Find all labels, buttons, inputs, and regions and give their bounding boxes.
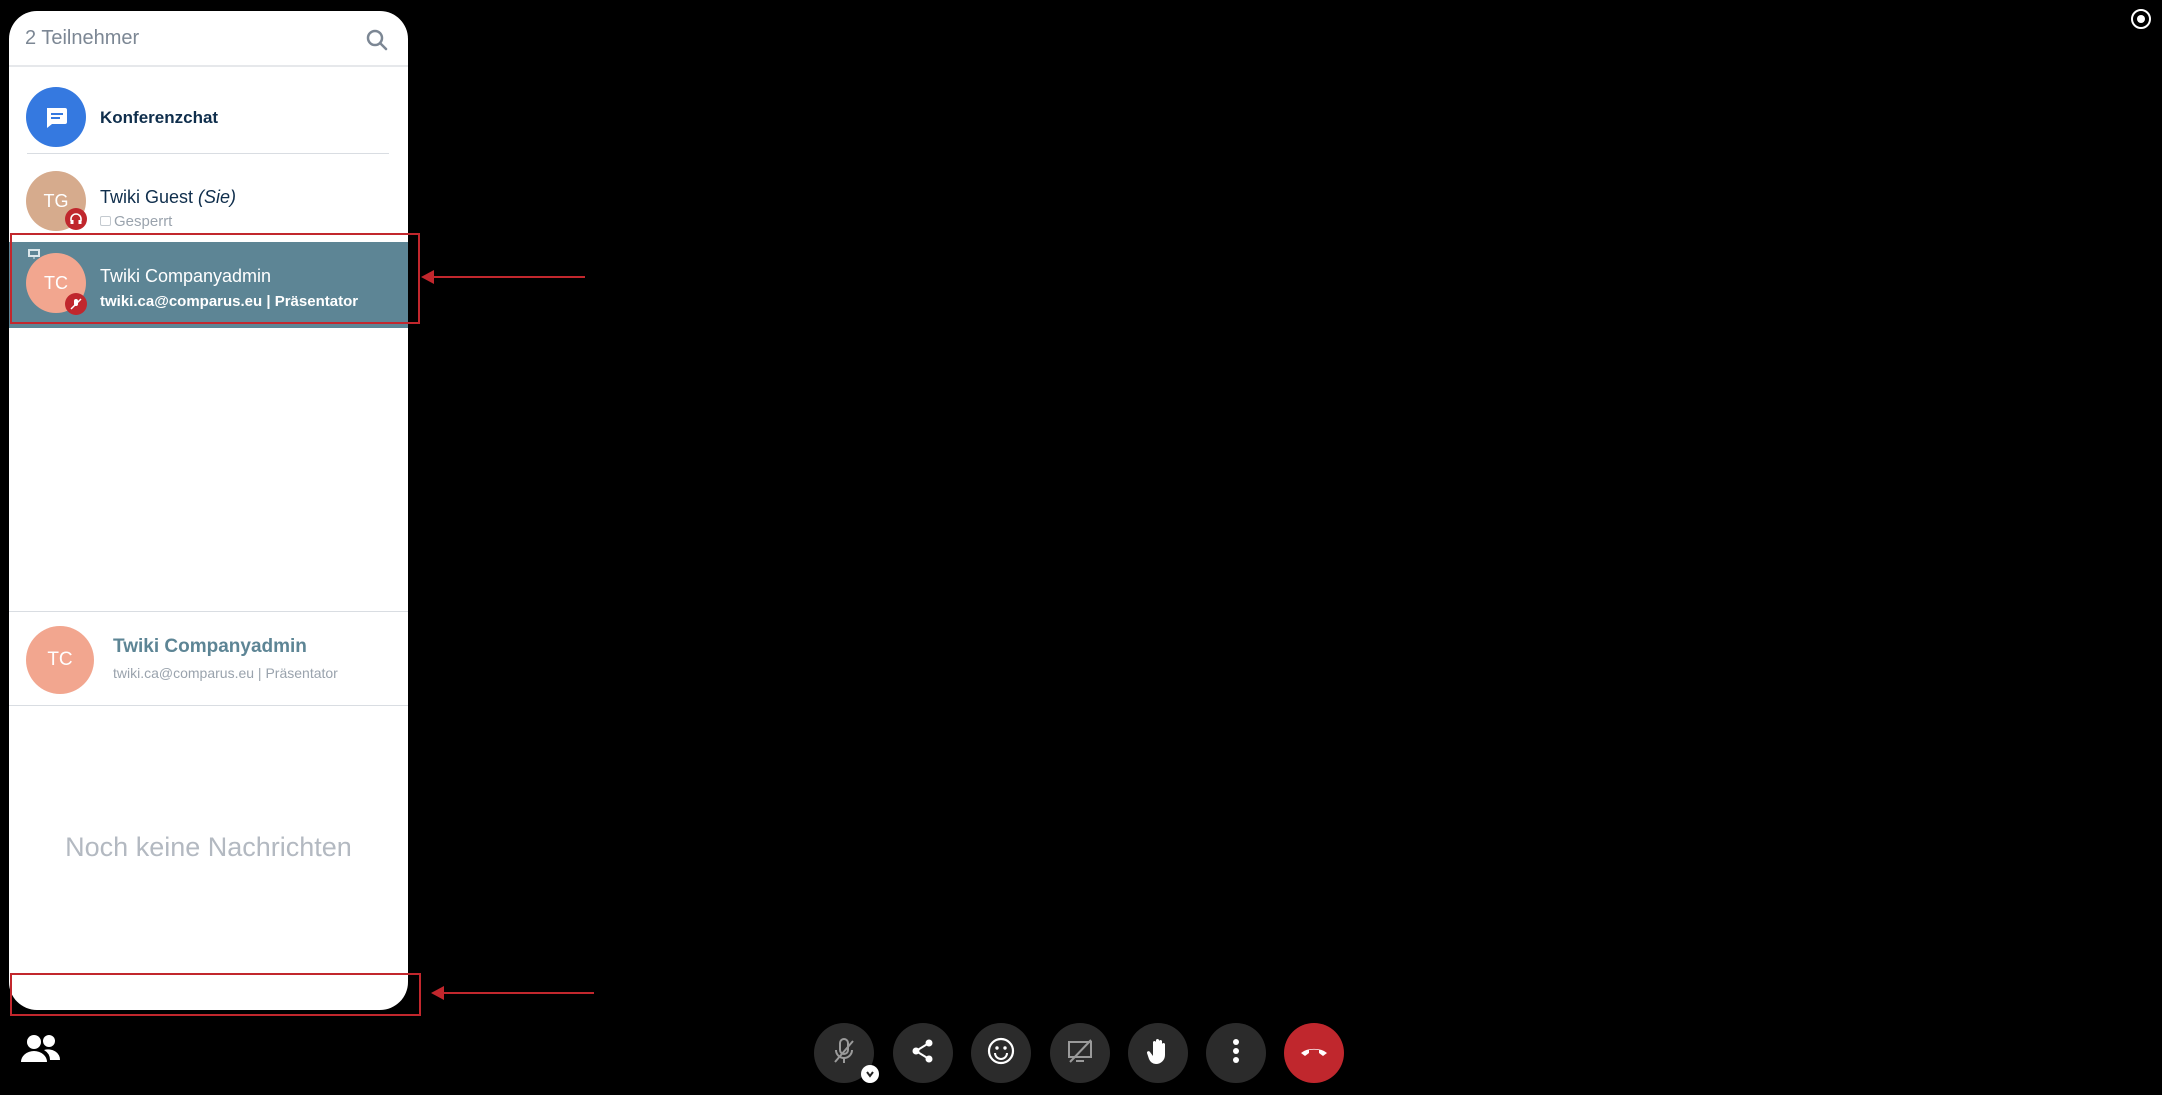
annotation-arrow (432, 276, 585, 278)
annotation-box-input (10, 973, 421, 1016)
status-text: Gesperrt (114, 213, 173, 230)
conference-chat-label: Konferenzchat (100, 108, 219, 127)
mic-options-chevron-icon[interactable] (861, 1065, 879, 1083)
chat-recipient-header: TC Twiki Companyadmin twiki.ca@comparus.… (9, 612, 408, 706)
participants-icon[interactable] (18, 1033, 62, 1065)
chat-recipient-name: Twiki Companyadmin (113, 636, 307, 657)
annotation-arrow-head (431, 986, 444, 1000)
chat-recipient-subtitle: twiki.ca@comparus.eu | Präsentator (113, 665, 338, 681)
hangup-icon (1299, 1043, 1329, 1064)
raise-hand-button[interactable] (1128, 1023, 1188, 1083)
emoji-icon (986, 1036, 1016, 1071)
hangup-button[interactable] (1284, 1023, 1344, 1083)
annotation-arrow-head (421, 270, 434, 284)
screen-share-button[interactable] (1050, 1023, 1110, 1083)
participants-panel: 2 Teilnehmer Konferenzchat TG Twiki Gues… (9, 11, 408, 1010)
avatar: TC (26, 626, 94, 694)
chat-bubble-icon (26, 87, 86, 147)
participants-header: 2 Teilnehmer (9, 11, 408, 67)
participant-name-text: Twiki Guest (100, 187, 194, 207)
reactions-button[interactable] (971, 1023, 1031, 1083)
divider (27, 153, 389, 154)
participant-status: Gesperrt (100, 213, 172, 230)
mic-muted-icon (829, 1036, 859, 1071)
annotation-box-participant (10, 233, 420, 324)
avatar-initials: TG (43, 190, 69, 211)
headphones-icon (65, 208, 87, 230)
share-button[interactable] (893, 1023, 953, 1083)
search-icon[interactable] (364, 27, 390, 53)
more-vertical-icon (1232, 1037, 1240, 1070)
screen-share-off-icon (1065, 1036, 1095, 1071)
self-tag: (Sie) (198, 187, 237, 207)
share-icon (909, 1037, 937, 1070)
avatar-initials: TC (47, 649, 73, 670)
recording-icon[interactable] (2131, 9, 2151, 29)
conference-chat-item[interactable]: Konferenzchat (9, 75, 408, 155)
participants-count-title: 2 Teilnehmer (25, 27, 140, 49)
raise-hand-icon (1144, 1036, 1172, 1071)
participant-row-guest[interactable]: TG Twiki Guest (Sie) Gesperrt (9, 167, 408, 243)
empty-chat-message: Noch keine Nachrichten (65, 832, 352, 862)
lock-icon (100, 216, 111, 226)
more-options-button[interactable] (1206, 1023, 1266, 1083)
annotation-arrow (442, 992, 594, 994)
participant-name: Twiki Guest (Sie) (100, 187, 236, 208)
